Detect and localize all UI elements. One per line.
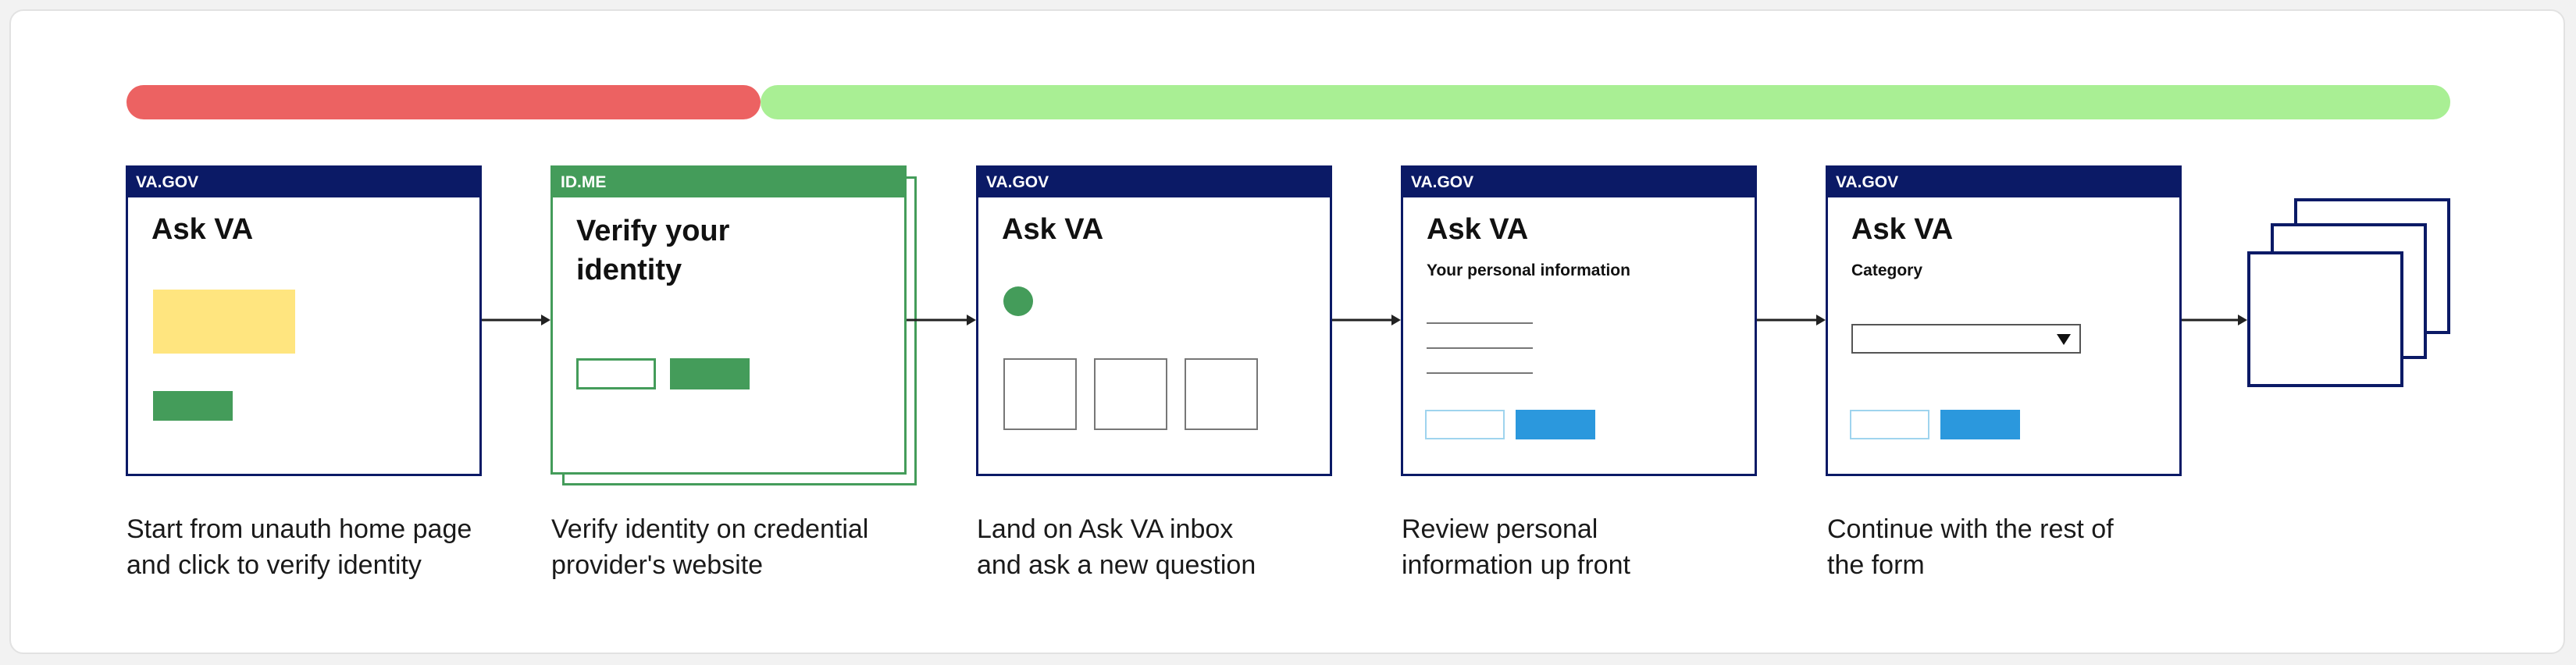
arrow-right-icon bbox=[907, 315, 976, 325]
step2-caption: Verify identity on credential provider's… bbox=[551, 514, 869, 580]
inbox-tile[interactable] bbox=[1185, 358, 1258, 430]
outline-button-placeholder[interactable] bbox=[1850, 410, 1929, 439]
stacked-pages-icon bbox=[2247, 197, 2452, 390]
step4-card: VA.GOV Ask VA Your personal information bbox=[1401, 165, 1757, 476]
category-select[interactable] bbox=[1851, 324, 2081, 354]
unauthenticated-bar bbox=[126, 85, 761, 119]
info-line bbox=[1427, 372, 1533, 374]
status-dot-icon bbox=[1003, 286, 1033, 316]
filled-button-placeholder[interactable] bbox=[1940, 410, 2020, 439]
info-line bbox=[1427, 347, 1533, 349]
outline-button-placeholder[interactable] bbox=[576, 358, 656, 389]
step5-card: VA.GOV Ask VA Category bbox=[1826, 165, 2182, 476]
arrow-right-icon bbox=[1757, 315, 1826, 325]
step1-caption: Start from unauth home page and click to… bbox=[126, 514, 472, 580]
arrow-right-icon bbox=[1332, 315, 1401, 325]
step4-caption: Review personal information up front bbox=[1402, 514, 1630, 580]
verify-button-placeholder[interactable] bbox=[153, 391, 233, 421]
inbox-tile[interactable] bbox=[1094, 358, 1167, 430]
card-title: Ask VA bbox=[1427, 213, 1529, 246]
step2-card: ID.ME Verify your identity bbox=[550, 165, 907, 475]
step5-caption: Continue with the rest of the form bbox=[1827, 514, 2114, 580]
step3-card: VA.GOV Ask VA bbox=[976, 165, 1332, 476]
placeholder-banner bbox=[153, 290, 295, 354]
filled-button-placeholder[interactable] bbox=[1516, 410, 1595, 439]
authenticated-bar bbox=[761, 85, 2450, 119]
step1-card: VA.GOV Ask VA bbox=[126, 165, 482, 476]
card-header: VA.GOV bbox=[128, 168, 479, 197]
outline-button-placeholder[interactable] bbox=[1425, 410, 1505, 439]
arrow-right-icon bbox=[482, 315, 550, 325]
card-subtitle: Your personal information bbox=[1427, 261, 1630, 279]
card-title: Ask VA bbox=[1002, 213, 1104, 246]
triangle-down-icon bbox=[2057, 334, 2071, 345]
card-title: Ask VA bbox=[151, 213, 254, 246]
card-title: Ask VA bbox=[1851, 213, 1954, 246]
arrow-right-icon bbox=[2182, 315, 2247, 325]
card-subtitle: Category bbox=[1851, 261, 1923, 279]
card-header: VA.GOV bbox=[1828, 168, 2179, 197]
step3-caption: Land on Ask VA inbox and ask a new quest… bbox=[977, 514, 1256, 580]
page-front bbox=[2247, 251, 2403, 387]
inbox-tile[interactable] bbox=[1003, 358, 1077, 430]
info-line bbox=[1427, 322, 1533, 324]
card-header: ID.ME bbox=[553, 168, 904, 197]
card-title: Verify your identity bbox=[576, 215, 730, 286]
card-header: VA.GOV bbox=[1403, 168, 1755, 197]
card-header: VA.GOV bbox=[978, 168, 1330, 197]
filled-button-placeholder[interactable] bbox=[670, 358, 750, 389]
